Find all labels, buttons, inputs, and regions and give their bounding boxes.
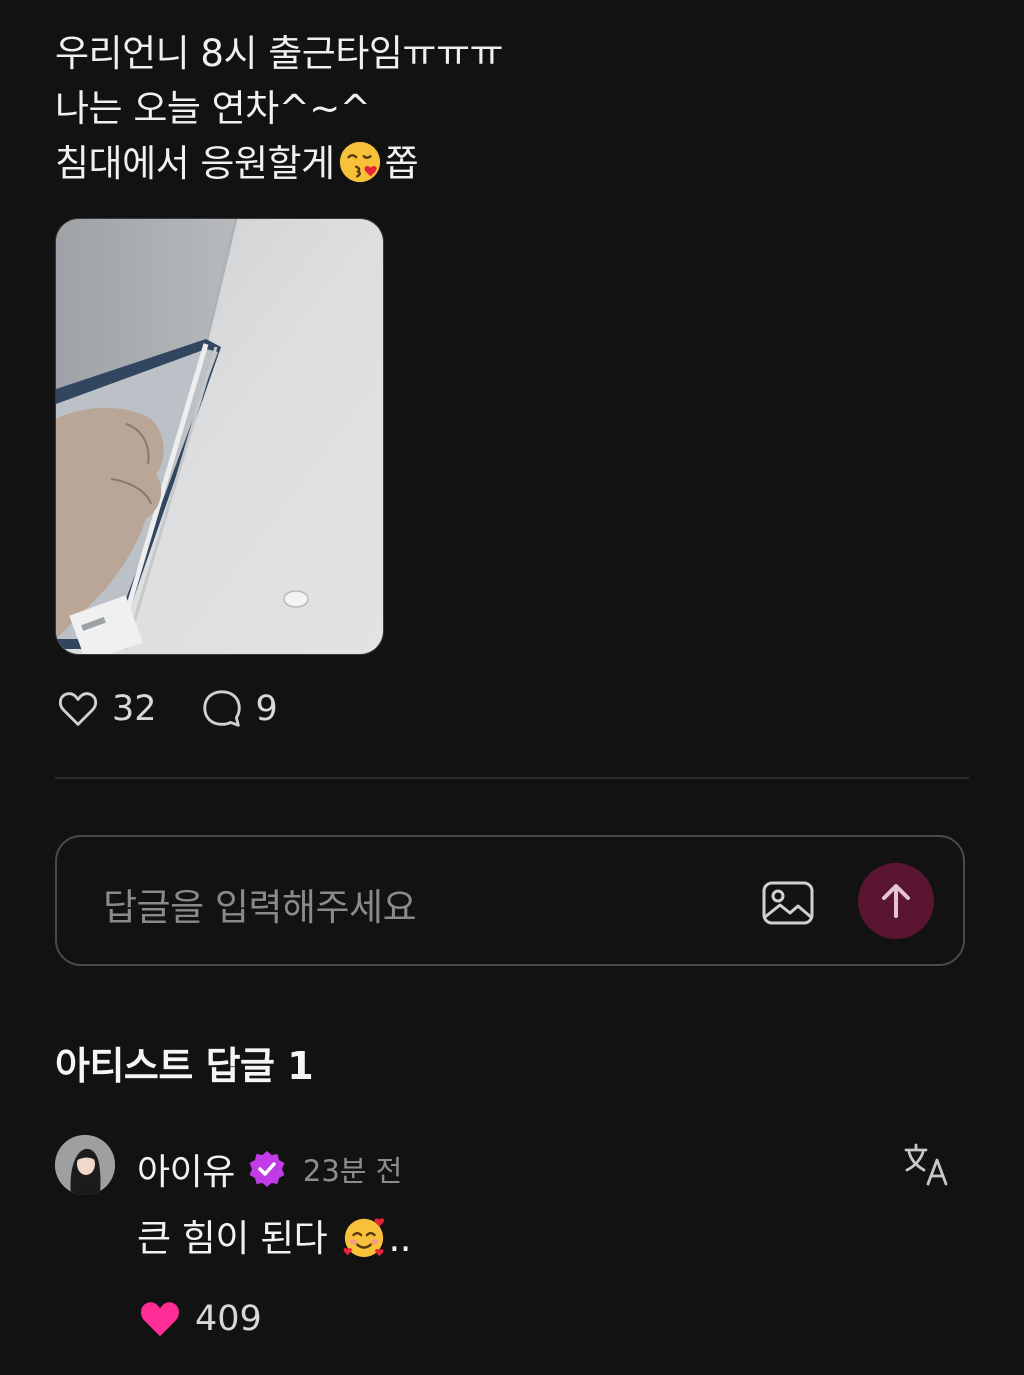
verified-badge-icon — [249, 1151, 285, 1187]
post-photo[interactable] — [55, 218, 384, 655]
smiling-hearts-emoji-icon — [343, 1218, 384, 1258]
speech-bubble-icon — [202, 690, 241, 727]
post-line-3-end: 쫍 — [384, 142, 419, 185]
post-line-1: 우리언니 8시 출근타임ㅠㅠㅠ — [55, 32, 504, 75]
comment-author-name[interactable]: 아이유 — [137, 1143, 235, 1195]
post-stats: 32 9 — [55, 686, 320, 732]
like-count: 32 — [112, 689, 157, 729]
comment-text-suffix: .. — [388, 1217, 412, 1260]
post-line-3: 침대에서 응원할게 쫍 — [55, 136, 503, 191]
send-button[interactable] — [858, 863, 934, 939]
ceiling-photo-image — [56, 219, 383, 654]
comment-text: 큰 힘이 된다 — [137, 1217, 328, 1260]
divider — [55, 777, 969, 779]
artist-replies-title: 아티스트 답글 1 — [55, 1044, 314, 1088]
like-button[interactable]: 32 — [55, 686, 157, 732]
comment-like-button[interactable]: 409 — [137, 1296, 262, 1342]
comment-header: 아이유 23분 전 — [137, 1143, 402, 1195]
reply-input[interactable]: 답글을 입력해주세요 — [55, 835, 965, 966]
reply-placeholder: 답글을 입력해주세요 — [103, 886, 417, 929]
post-body: 우리언니 8시 출근타임ㅠㅠㅠ 나는 오늘 연차^~^ 침대에서 응원할게 쫍 — [55, 26, 504, 191]
comment-timestamp: 23분 전 — [302, 1154, 403, 1188]
image-icon[interactable] — [760, 875, 816, 931]
comment-count: 9 — [255, 689, 278, 729]
avatar[interactable] — [55, 1135, 115, 1195]
avatar-image — [55, 1135, 115, 1195]
post-line-2: 나는 오늘 연차^~^ — [55, 87, 371, 130]
translate-icon[interactable] — [902, 1142, 952, 1188]
comment-like-count: 409 — [195, 1299, 262, 1339]
heart-filled-icon — [141, 1302, 179, 1337]
kissing-heart-emoji-icon — [339, 141, 380, 183]
post-line-3-text: 침대에서 응원할게 — [55, 142, 335, 185]
comment-button[interactable]: 9 — [199, 686, 278, 732]
comment-body: 큰 힘이 된다 .. — [137, 1208, 412, 1262]
heart-outline-icon — [58, 692, 98, 726]
arrow-up-icon — [882, 884, 910, 918]
